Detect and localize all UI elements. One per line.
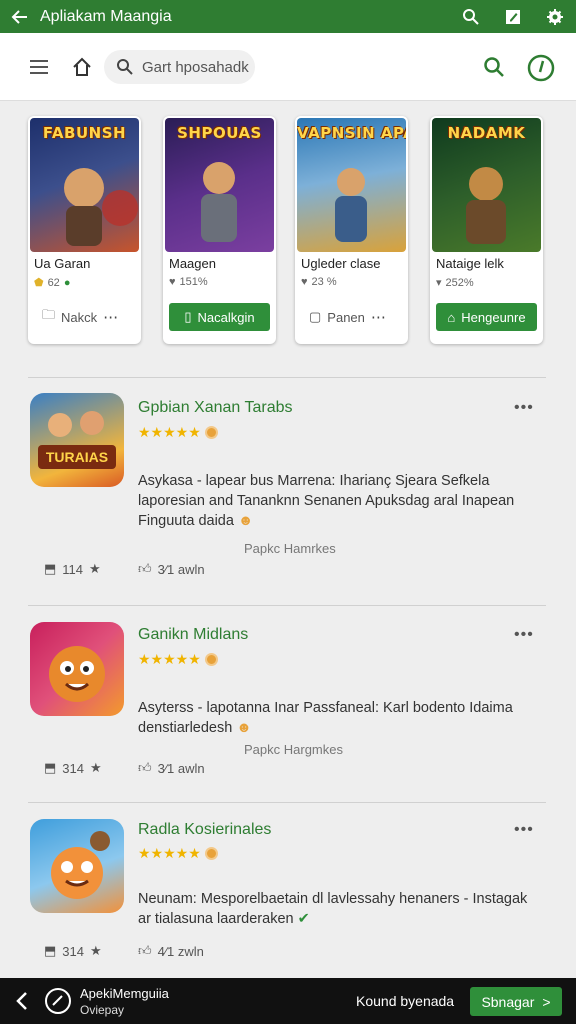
game-art: NADAMK xyxy=(432,118,541,252)
card-action-button[interactable]: ▯ Nacalkgin xyxy=(169,303,270,331)
card-action-button[interactable]: 🗀 Nakck ⋯ xyxy=(34,303,135,331)
list-item[interactable]: TURAIAS Gpbian Xanan Tarabs ★★★★★ ••• As… xyxy=(28,393,546,593)
badge-icon xyxy=(204,653,218,666)
bottom-action-button[interactable]: Sbnagar > xyxy=(470,987,562,1016)
heart-icon: ♥ xyxy=(301,276,308,288)
thumbs-up-icon: 👍︎ xyxy=(138,760,152,775)
bottom-title: ApekiMemguiia xyxy=(80,986,169,1001)
app-title[interactable]: Ganikn Midlans xyxy=(138,626,248,644)
back-arrow-icon[interactable] xyxy=(0,0,40,33)
heart-icon: ♥ xyxy=(169,276,176,288)
game-stat: ♥ 23 % xyxy=(301,276,337,288)
download-icon: ⬒ xyxy=(44,943,57,958)
app-title: Apliakam Maangia xyxy=(40,7,172,25)
note-text: Papkc Hargmkes xyxy=(244,742,343,757)
game-card[interactable]: NADAMK Nataige lelk ▾ 252% ⌂ Hengeunre xyxy=(430,116,543,344)
game-art: SHPOUAS xyxy=(165,118,274,252)
badge-icon xyxy=(204,847,218,860)
note-text: Papkc Hamrkes xyxy=(244,541,336,556)
game-name: Maagen xyxy=(169,256,216,271)
rating-stars: ★★★★★ xyxy=(138,651,218,668)
coin-icon: ⬟ xyxy=(34,277,44,289)
divider xyxy=(28,377,546,378)
game-art: VAPNSIN APARES xyxy=(297,118,406,252)
search-icon xyxy=(114,56,136,78)
app-thumbnail xyxy=(30,819,124,913)
tag-icon: ⌂ xyxy=(447,309,456,325)
edit-icon[interactable] xyxy=(492,0,534,33)
download-icon: ⬒ xyxy=(44,760,57,775)
card-action-button[interactable]: ▢ Panen ⋯ xyxy=(301,303,402,331)
bottom-bar: ApekiMemguiia Oviepay Kound byenada Sbna… xyxy=(0,978,576,1024)
download-count: ⬒ 314 ★ xyxy=(44,943,102,959)
game-stat: ▾ 252% xyxy=(436,276,474,290)
list-item[interactable]: Radla Kosierinales ★★★★★ ••• Neunam: Mes… xyxy=(28,817,546,967)
game-card[interactable]: VAPNSIN APARES Ugleder clase ♥23 % ▢Pane… xyxy=(295,116,408,344)
likes-count: 👍︎ 4⁄1 zwln xyxy=(138,943,204,959)
likes-count: 👍︎ 3⁄1 awln xyxy=(138,760,205,776)
message-icon: ▾ xyxy=(436,277,442,289)
app-thumbnail-label: TURAIAS xyxy=(45,449,109,465)
toolbar xyxy=(0,33,576,101)
emoji-icon: ☻ xyxy=(237,513,254,529)
more-options-icon[interactable]: ••• xyxy=(514,821,534,839)
settings-icon[interactable] xyxy=(534,0,576,33)
app-description: Asykasa - lapear bus Marrena: Iharianç S… xyxy=(138,473,515,529)
app-bar: Apliakam Maangia xyxy=(0,0,576,33)
home-icon[interactable] xyxy=(66,53,98,81)
game-stat: ⬟ 62 ● xyxy=(34,276,71,290)
game-cards: FABUNSH Ua Garan ⬟ 62 ● 🗀 Nakck ⋯ SHPOUAS Ma… xyxy=(28,116,548,344)
app-title[interactable]: Gpbian Xanan Tarabs xyxy=(138,399,292,417)
star-icon: ★ xyxy=(90,760,102,775)
bottom-subtitle: Oviepay xyxy=(80,1003,125,1017)
thumbs-up-icon: 👍︎ xyxy=(138,561,152,576)
card-action-button[interactable]: ⌂ Hengeunre xyxy=(436,303,537,331)
download-icon: ⬒ xyxy=(44,561,57,576)
thumbs-up-icon: 👍︎ xyxy=(138,943,152,958)
game-card[interactable]: FABUNSH Ua Garan ⬟ 62 ● 🗀 Nakck ⋯ xyxy=(28,116,141,344)
download-icon: ▯ xyxy=(184,309,192,324)
star-icon: ★ xyxy=(89,561,101,576)
back-chevron-icon[interactable] xyxy=(10,988,34,1014)
likes-count: 👍︎ 3⁄1 awln xyxy=(138,561,205,577)
app-description: Neunam: Mesporelbaetain dl lavlessahy he… xyxy=(138,891,528,927)
check-icon: ● xyxy=(63,276,71,289)
check-icon: ✔ xyxy=(297,911,310,927)
divider xyxy=(28,802,546,803)
game-name: Nataige lelk xyxy=(436,256,504,271)
download-count: ⬒ 314 ★ xyxy=(44,760,102,776)
search-input[interactable] xyxy=(142,58,254,76)
app-thumbnail xyxy=(30,622,124,716)
app-title[interactable]: Radla Kosierinales xyxy=(138,821,271,839)
app-logo-icon xyxy=(45,988,71,1014)
list-item[interactable]: Ganikn Midlans ★★★★★ ••• Asyterss - lapo… xyxy=(28,620,546,790)
chevron-right-icon: > xyxy=(542,993,551,1010)
game-name: Ugleder clase xyxy=(301,256,381,271)
game-stat: ♥ 151% xyxy=(169,276,208,288)
game-art: FABUNSH xyxy=(30,118,139,252)
more-options-icon[interactable]: ••• xyxy=(514,626,534,644)
game-card[interactable]: SHPOUAS Maagen ♥ 151% ▯ Nacalkgin xyxy=(163,116,276,344)
star-icon: ★ xyxy=(90,943,102,958)
rating-stars: ★★★★★ xyxy=(138,845,218,862)
history-icon[interactable] xyxy=(526,53,555,82)
more-options-icon[interactable]: ⋯ xyxy=(371,308,387,326)
emoji-icon: ☻ xyxy=(236,720,252,736)
app-thumbnail: TURAIAS xyxy=(30,393,124,487)
search-icon[interactable] xyxy=(450,0,492,33)
more-options-icon[interactable]: ••• xyxy=(514,399,534,417)
more-options-icon[interactable]: ⋯ xyxy=(103,308,119,326)
folder-icon: 🗀 xyxy=(42,307,56,322)
search-box[interactable] xyxy=(104,50,255,84)
divider xyxy=(28,605,546,606)
menu-icon[interactable] xyxy=(24,55,54,79)
game-name: Ua Garan xyxy=(34,256,91,271)
green-search-icon[interactable] xyxy=(480,53,508,81)
rating-stars: ★★★★★ xyxy=(138,424,218,441)
download-count: ⬒ 114 ★ xyxy=(44,561,101,577)
badge-icon xyxy=(204,426,218,439)
app-description: Asyterss - lapotanna Inar Passfaneal: Ka… xyxy=(138,700,513,736)
info-icon: ▢ xyxy=(309,309,322,324)
bottom-link[interactable]: Kound byenada xyxy=(356,993,454,1009)
